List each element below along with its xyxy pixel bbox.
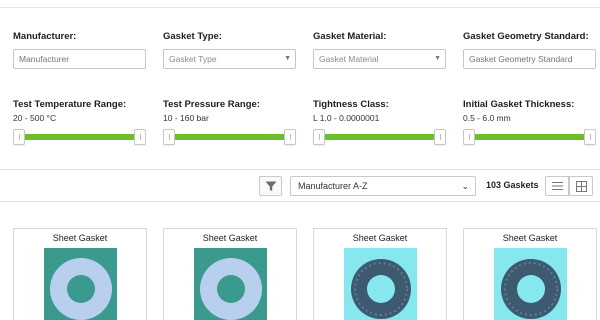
chevron-down-icon: ⌄: [461, 181, 469, 191]
caret-down-icon: ▼: [434, 55, 441, 62]
slider-max-handle[interactable]: [434, 129, 446, 145]
toolbar-divider: [0, 201, 600, 202]
results-toolbar: Manufacturer A-Z ⌄ 103 Gaskets: [0, 175, 600, 197]
thickness-label: Initial Gasket Thickness:: [463, 99, 575, 110]
gasket-material-label: Gasket Material:: [313, 31, 387, 42]
slider-track: [19, 134, 140, 140]
pressure-value: 10 - 160 bar: [163, 113, 209, 123]
gasket-card[interactable]: Sheet Gasket: [313, 228, 447, 320]
gasket-card[interactable]: Sheet Gasket: [463, 228, 597, 320]
gasket-card[interactable]: Sheet Gasket: [13, 228, 147, 320]
filter-button[interactable]: [259, 176, 282, 196]
pressure-label: Test Pressure Range:: [163, 99, 260, 110]
gasket-card[interactable]: Sheet Gasket: [163, 228, 297, 320]
card-title: Sheet Gasket: [202, 233, 258, 243]
slider-track: [469, 134, 590, 140]
gasket-material-select[interactable]: Gasket Material ▼: [313, 49, 446, 69]
gasket-type-select[interactable]: Gasket Type ▼: [163, 49, 296, 69]
slider-min-handle[interactable]: [13, 129, 25, 145]
temperature-label: Test Temperature Range:: [13, 99, 127, 110]
tightness-slider[interactable]: [313, 129, 446, 145]
filters-divider: [0, 169, 600, 170]
geometry-standard-input[interactable]: [463, 49, 596, 69]
slider-max-handle[interactable]: [584, 129, 596, 145]
top-divider: [0, 7, 600, 8]
temperature-value: 20 - 500 °C: [13, 113, 57, 123]
slider-track: [169, 134, 290, 140]
sort-value: Manufacturer A-Z: [298, 181, 368, 191]
filter-funnel-icon: [265, 181, 277, 191]
gasket-material-placeholder: Gasket Material: [319, 54, 379, 64]
tightness-value: L 1.0 - 0.0000001: [313, 113, 380, 123]
slider-min-handle[interactable]: [313, 129, 325, 145]
manufacturer-input[interactable]: [13, 49, 146, 69]
list-view-button[interactable]: [545, 176, 569, 196]
slider-min-handle[interactable]: [463, 129, 475, 145]
gasket-image: [194, 248, 267, 320]
card-title: Sheet Gasket: [352, 233, 408, 243]
pressure-slider[interactable]: [163, 129, 296, 145]
manufacturer-label: Manufacturer:: [13, 31, 77, 42]
thickness-value: 0.5 - 6.0 mm: [463, 113, 511, 123]
card-title: Sheet Gasket: [502, 233, 558, 243]
gasket-type-placeholder: Gasket Type: [169, 54, 217, 64]
list-view-icon: [552, 182, 563, 190]
result-count: 103 Gaskets: [486, 180, 539, 190]
slider-max-handle[interactable]: [284, 129, 296, 145]
grid-view-button[interactable]: [569, 176, 593, 196]
grid-view-icon: [576, 181, 587, 192]
gasket-image: [344, 248, 417, 320]
gasket-type-label: Gasket Type:: [163, 31, 222, 42]
sort-select[interactable]: Manufacturer A-Z ⌄: [290, 176, 476, 196]
slider-track: [319, 134, 440, 140]
slider-max-handle[interactable]: [134, 129, 146, 145]
caret-down-icon: ▼: [284, 55, 291, 62]
temperature-slider[interactable]: [13, 129, 146, 145]
gasket-image: [494, 248, 567, 320]
tightness-label: Tightness Class:: [313, 99, 389, 110]
slider-min-handle[interactable]: [163, 129, 175, 145]
geometry-standard-label: Gasket Geometry Standard:: [463, 31, 589, 42]
gasket-image: [44, 248, 117, 320]
thickness-slider[interactable]: [463, 129, 596, 145]
card-title: Sheet Gasket: [52, 233, 108, 243]
